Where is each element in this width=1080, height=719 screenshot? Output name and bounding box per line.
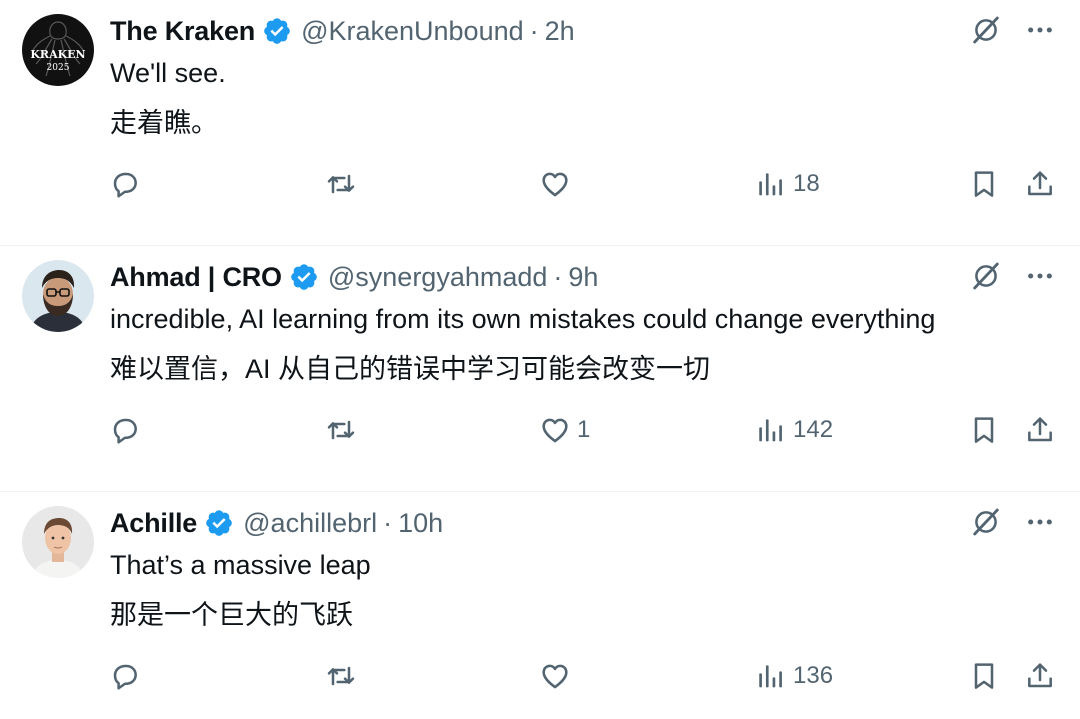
views-button[interactable]: 18 [755, 164, 820, 204]
tweet-translation: 走着瞧。 [110, 108, 218, 138]
author-handle[interactable]: @achillebrl [243, 508, 377, 539]
timestamp[interactable]: 10h [398, 508, 443, 539]
retweet-button[interactable] [325, 656, 357, 696]
share-button[interactable] [1024, 164, 1056, 204]
tweet-text: We'll see. [110, 58, 226, 88]
action-bar: 1 142 [0, 410, 1080, 450]
avatar-text-line1: KRAKEN [30, 48, 85, 61]
verified-badge-icon [262, 16, 292, 46]
timestamp[interactable]: 9h [568, 262, 598, 293]
share-icon [1024, 414, 1056, 446]
tweet[interactable]: Ahmad | CRO @synergyahmadd · 9h incredib… [0, 246, 1080, 492]
action-bar: 136 [0, 656, 1080, 696]
author-handle[interactable]: @synergyahmadd [328, 262, 548, 293]
bookmark-button[interactable] [968, 164, 1000, 204]
author-handle[interactable]: @KrakenUnbound [301, 16, 524, 47]
grok-icon[interactable] [970, 14, 1002, 46]
avatar[interactable] [22, 506, 94, 578]
tweet[interactable]: Achille @achillebrl · 10h That’s a massi… [0, 492, 1080, 719]
tweet-text: incredible, AI learning from its own mis… [110, 304, 936, 334]
more-icon[interactable] [1024, 14, 1056, 46]
tweet-translation: 难以置信，AI 从自己的错误中学习可能会改变一切 [110, 354, 711, 384]
reply-button[interactable] [109, 656, 141, 696]
avatar[interactable]: KRAKEN 2025 [22, 14, 94, 86]
view-count: 18 [793, 170, 820, 197]
like-icon [539, 414, 571, 446]
views-button[interactable]: 142 [755, 410, 833, 450]
bookmark-icon [968, 660, 1000, 692]
more-icon[interactable] [1024, 260, 1056, 292]
like-button[interactable] [539, 164, 577, 204]
more-icon[interactable] [1024, 506, 1056, 538]
retweet-button[interactable] [325, 164, 357, 204]
reply-icon [109, 414, 141, 446]
tweet-top-actions [970, 260, 1056, 292]
grok-icon[interactable] [970, 260, 1002, 292]
separator-dot: · [383, 507, 393, 538]
views-icon [755, 168, 787, 200]
tweet-top-actions [970, 506, 1056, 538]
verified-badge-icon [204, 508, 234, 538]
verified-badge-icon [289, 262, 319, 292]
share-button[interactable] [1024, 410, 1056, 450]
bookmark-icon [968, 414, 1000, 446]
like-button[interactable] [539, 656, 577, 696]
views-icon [755, 414, 787, 446]
tweet-header: Achille @achillebrl · 10h [110, 504, 443, 542]
separator-dot: · [553, 261, 563, 292]
avatar[interactable] [22, 260, 94, 332]
retweet-icon [325, 414, 357, 446]
bookmark-button[interactable] [968, 656, 1000, 696]
share-button[interactable] [1024, 656, 1056, 696]
tweet-translation: 那是一个巨大的飞跃 [110, 600, 353, 630]
views-icon [755, 660, 787, 692]
share-icon [1024, 660, 1056, 692]
retweet-button[interactable] [325, 410, 357, 450]
like-icon [539, 660, 571, 692]
avatar-text-line2: 2025 [47, 63, 70, 73]
author-name[interactable]: The Kraken [110, 16, 255, 47]
tweet-header: The Kraken @KrakenUnbound · 2h [110, 12, 575, 50]
like-icon [539, 168, 571, 200]
view-count: 136 [793, 662, 834, 689]
tweet[interactable]: KRAKEN 2025 The Kraken @KrakenUnbound · … [0, 0, 1080, 246]
author-name[interactable]: Ahmad | CRO [110, 262, 282, 293]
bookmark-icon [968, 168, 1000, 200]
tweet-header: Ahmad | CRO @synergyahmadd · 9h [110, 258, 598, 296]
bookmark-button[interactable] [968, 410, 1000, 450]
tweet-text: That’s a massive leap [110, 550, 371, 580]
view-count: 142 [793, 416, 834, 443]
retweet-icon [325, 660, 357, 692]
like-button[interactable]: 1 [539, 410, 590, 450]
retweet-icon [325, 168, 357, 200]
reply-button[interactable] [109, 164, 141, 204]
like-count: 1 [577, 416, 591, 443]
views-button[interactable]: 136 [755, 656, 833, 696]
timestamp[interactable]: 2h [545, 16, 575, 47]
separator-dot: · [529, 15, 539, 46]
reply-icon [109, 168, 141, 200]
share-icon [1024, 168, 1056, 200]
author-name[interactable]: Achille [110, 508, 197, 539]
reply-button[interactable] [109, 410, 141, 450]
grok-icon[interactable] [970, 506, 1002, 538]
tweet-top-actions [970, 14, 1056, 46]
action-bar: 18 [0, 164, 1080, 204]
reply-icon [109, 660, 141, 692]
